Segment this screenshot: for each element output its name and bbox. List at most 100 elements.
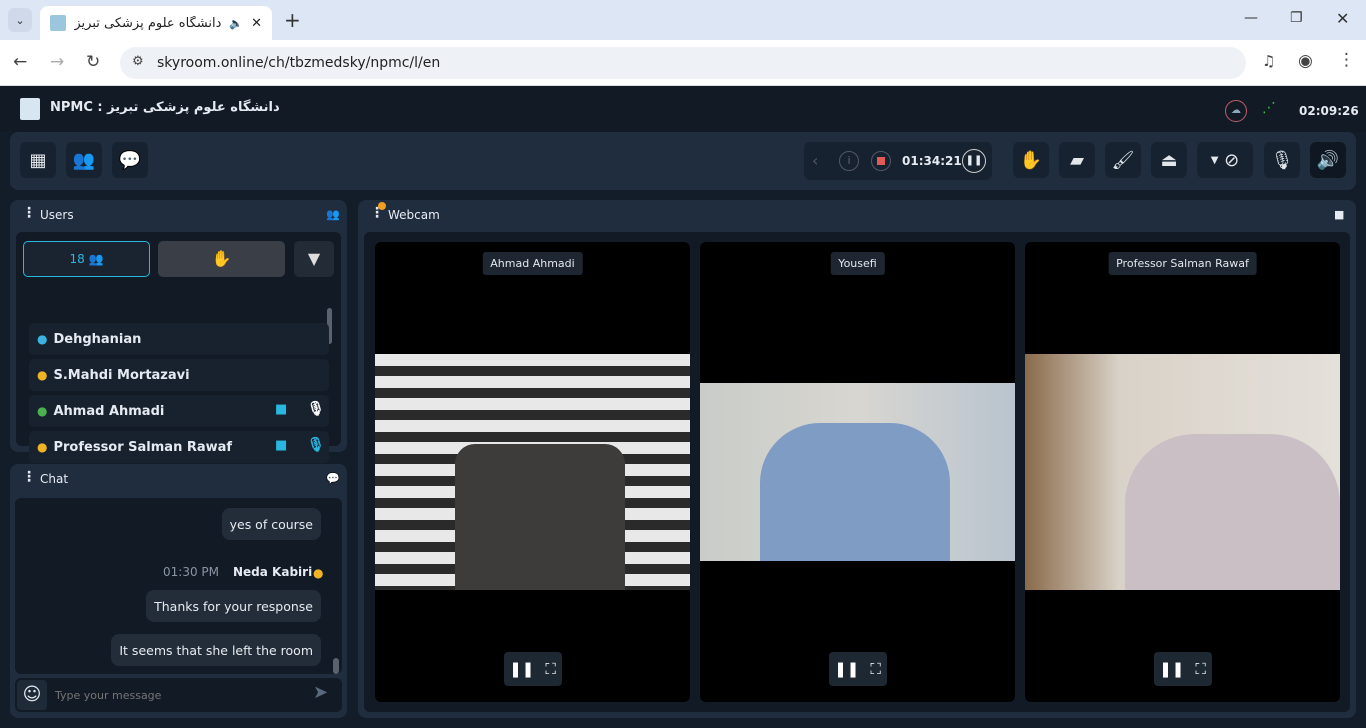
fullscreen-icon[interactable]: ⛶ [1195, 660, 1206, 678]
video-feed [375, 354, 690, 590]
camera-on-icon: ■ [275, 438, 287, 453]
person-silhouette [1125, 434, 1340, 590]
close-tab-icon[interactable]: ✕ [251, 16, 262, 31]
hand-icon: ✋ [1020, 150, 1042, 171]
video-feed [1025, 354, 1340, 590]
favicon-icon [50, 15, 66, 31]
user-list-item[interactable]: ●Dehghanian [29, 323, 329, 355]
chat-scrollbar[interactable] [333, 658, 339, 674]
pause-video-icon[interactable]: ❚❚ [834, 660, 859, 678]
emoji-button[interactable]: ☺ [17, 680, 47, 710]
minimize-button[interactable]: — [1244, 10, 1258, 26]
mic-on-icon: 🎙 [307, 437, 325, 453]
camera-on-icon: ■ [275, 402, 287, 417]
panel-menu-icon[interactable]: ⋮ [22, 205, 36, 221]
new-tab-button[interactable]: + [284, 8, 301, 32]
stop-icon [877, 157, 885, 165]
webcam-panel-title: Webcam [388, 208, 440, 222]
pause-video-icon[interactable]: ❚❚ [1159, 660, 1184, 678]
tab-title: دانشگاه علوم پزشکی تبریز - [74, 16, 221, 31]
pause-video-icon[interactable]: ❚❚ [509, 660, 534, 678]
participant-name: Yousefi [830, 252, 884, 275]
users-toggle-button[interactable]: 👥 [66, 142, 102, 178]
video-controls: ❚❚ ⛶ [1154, 652, 1212, 686]
user-name: Professor Salman Rawaf [53, 440, 232, 455]
caret-down-icon[interactable]: ▼ [1211, 155, 1219, 166]
media-control-icon[interactable]: ♫ [1262, 52, 1275, 70]
camera-button[interactable]: ▼ ⊘ [1197, 142, 1253, 178]
fullscreen-icon[interactable]: ⛶ [870, 660, 881, 678]
filter-button[interactable]: ▼ [294, 241, 334, 277]
info-icon[interactable]: i [839, 151, 859, 171]
chat-toggle-button[interactable]: 💬 [112, 142, 148, 178]
chat-message: It seems that she left the room [111, 634, 321, 666]
chevron-left-icon[interactable]: ‹ [812, 151, 818, 170]
chat-messages: yes of course 01:30 PM Neda Kabiri ● Tha… [15, 498, 342, 674]
all-users-tab[interactable]: 18 👥 [23, 241, 150, 277]
user-avatar-icon: ● [37, 404, 47, 418]
user-list-item[interactable]: ●S.Mahdi Mortazavi [29, 359, 329, 391]
video-feed [700, 383, 1015, 561]
brush-icon: 🖌 [1112, 150, 1135, 171]
profile-icon[interactable]: ◉ [1298, 51, 1313, 71]
share-screen-button[interactable]: ⏏ [1151, 142, 1187, 178]
raised-hands-tab[interactable]: ✋ [158, 241, 285, 277]
send-button[interactable]: ➤ [313, 682, 328, 703]
video-controls: ❚❚ ⛶ [829, 652, 887, 686]
speaker-on-icon: 🔊 [1317, 150, 1339, 171]
browser-tab-bar: ⌄ دانشگاه علوم پزشکی تبریز - 🔈 ✕ + — ❐ ✕ [0, 0, 1366, 40]
pause-record-button[interactable]: ❚❚ [962, 149, 986, 173]
menu-icon[interactable]: ⋮ [1338, 50, 1355, 70]
url-field[interactable]: ⚙ skyroom.online/ch/tbzmedsky/npmc/l/en [120, 47, 1246, 79]
forward-button[interactable]: → [50, 52, 64, 72]
tab-list-button[interactable]: ⌄ [8, 8, 32, 32]
user-avatar-icon: ● [313, 566, 323, 580]
video-camera-icon: ■ [1334, 208, 1344, 221]
apps-grid-button[interactable]: ▦ [20, 142, 56, 178]
recording-controls: ‹ i 01:34:21 ❚❚ [804, 142, 992, 180]
speaker-icon: 🔈 [229, 17, 243, 30]
chat-icon: 💬 [119, 150, 141, 171]
chat-panel: ⋮ Chat 💬 yes of course 01:30 PM Neda Kab… [10, 464, 347, 718]
restore-button[interactable]: ❐ [1290, 10, 1303, 26]
stop-record-button[interactable] [871, 151, 891, 171]
person-silhouette [455, 444, 625, 590]
user-name: Ahmad Ahmadi [53, 404, 164, 419]
url-text: skyroom.online/ch/tbzmedsky/npmc/l/en [157, 55, 440, 71]
whiteboard-button[interactable]: 🖌 [1105, 142, 1141, 178]
message-sender: Neda Kabiri [233, 565, 312, 579]
mic-on-icon: 🎙 [307, 401, 325, 417]
panel-menu-icon[interactable]: ⋮ [22, 469, 36, 485]
raise-hand-button[interactable]: ✋ [1013, 142, 1049, 178]
mic-button[interactable]: 🎙 [1264, 142, 1300, 178]
close-window-button[interactable]: ✕ [1336, 9, 1349, 28]
users-icon: 👥 [326, 208, 340, 221]
reload-button[interactable]: ↻ [86, 52, 100, 72]
speaker-button[interactable]: 🔊 [1310, 142, 1346, 178]
video-controls: ❚❚ ⛶ [504, 652, 562, 686]
user-avatar-icon: ● [37, 368, 47, 382]
person-silhouette [760, 423, 950, 561]
participant-name: Professor Salman Rawaf [1108, 252, 1257, 275]
browser-tab[interactable]: دانشگاه علوم پزشکی تبریز - 🔈 ✕ [40, 6, 272, 40]
chat-message-input[interactable] [55, 684, 295, 706]
user-avatar-icon: ● [37, 332, 47, 346]
fullscreen-icon[interactable]: ⛶ [545, 660, 556, 678]
mic-off-icon: 🎙 [1271, 150, 1294, 171]
record-timer: 01:34:21 [902, 154, 962, 168]
users-list-area: 18 👥 ✋ ▼ ●Dehghanian●S.Mahdi Mortazavi●A… [16, 232, 341, 446]
files-button[interactable]: ▰ [1059, 142, 1095, 178]
cloud-upload-icon[interactable]: ☁ [1225, 100, 1247, 122]
filter-icon: ▼ [308, 249, 320, 268]
video-tile: Professor Salman Rawaf ❚❚ ⛶ [1025, 242, 1340, 702]
user-list-item[interactable]: ● Ahmad Ahmadi ■ 🎙 [29, 395, 329, 427]
camera-off-icon: ⊘ [1224, 150, 1239, 171]
site-settings-icon[interactable]: ⚙ [132, 54, 144, 69]
chat-input-bar: ☺ ➤ [15, 678, 342, 712]
users-icon: 👥 [73, 150, 95, 171]
back-button[interactable]: ← [13, 52, 27, 72]
user-list-item[interactable]: ●Professor Salman Rawaf■🎙 [29, 431, 329, 463]
hand-icon: ✋ [212, 249, 232, 268]
video-tile: Ahmad Ahmadi ❚❚⛶ [375, 242, 690, 702]
room-title: NPMC : دانشگاه علوم پزشکی تبریز [50, 100, 280, 115]
